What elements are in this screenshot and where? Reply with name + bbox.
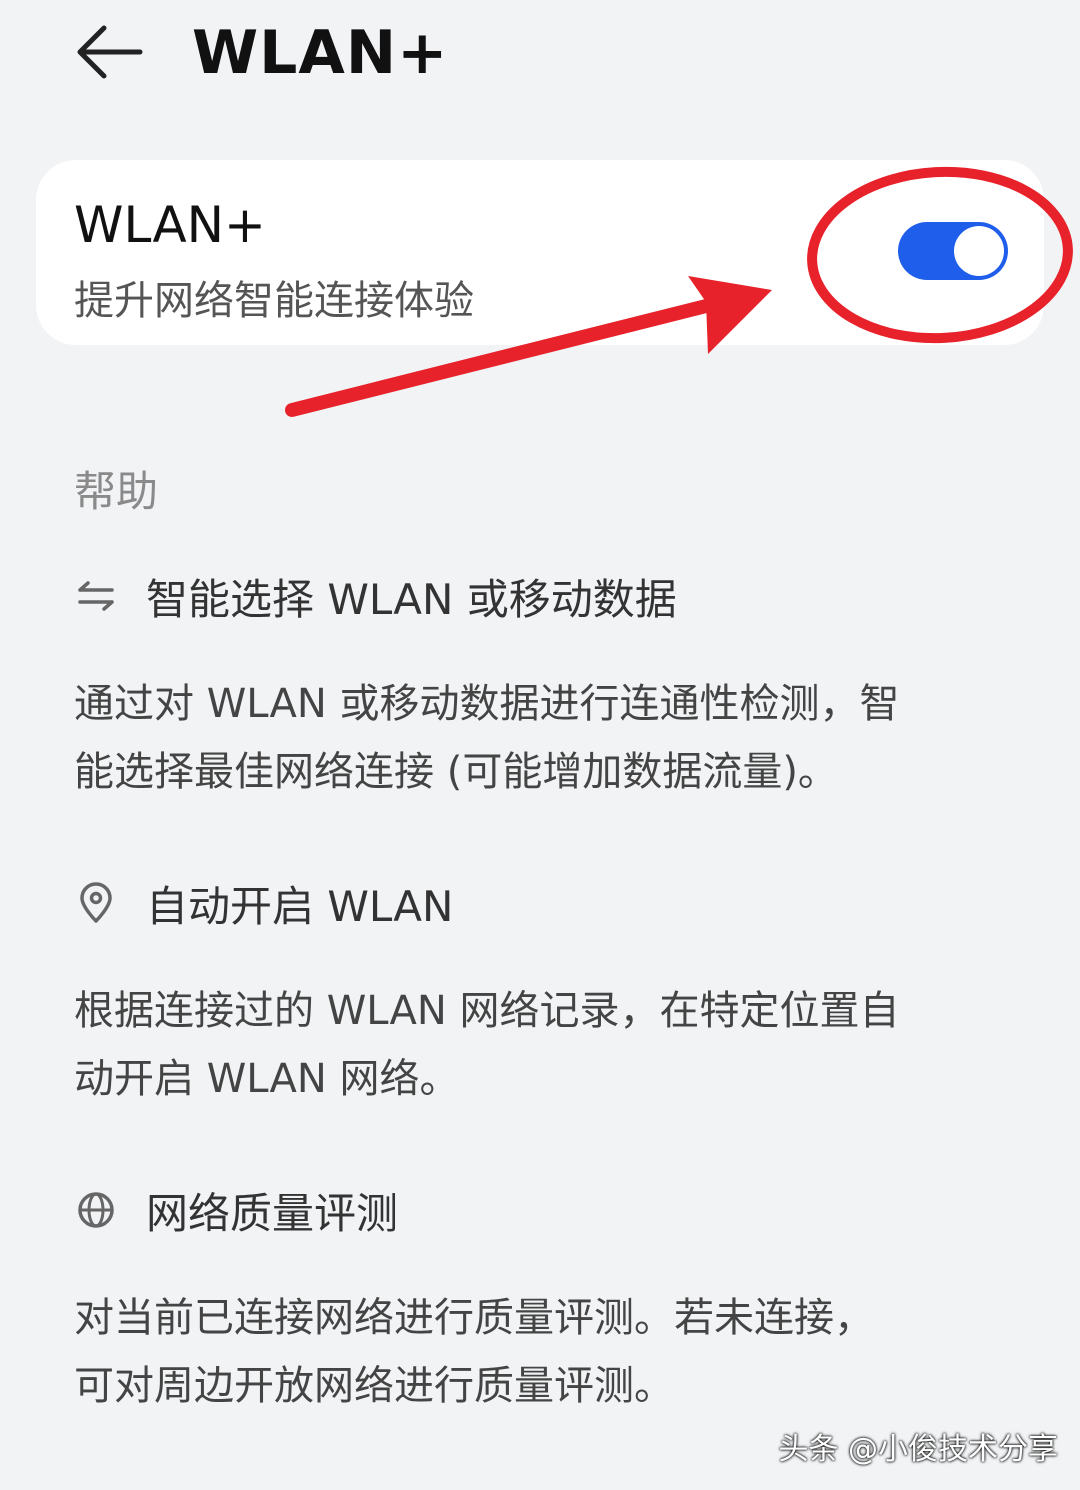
help-item-desc-line: 根据连接过的 WLAN 网络记录，在特定位置自	[74, 988, 900, 1034]
help-item-desc-line: 可对周边开放网络进行质量评测。	[74, 1363, 674, 1409]
help-item-desc-line: 通过对 WLAN 或移动数据进行连通性检测，智	[74, 681, 900, 727]
toggle-knob	[954, 226, 1004, 276]
help-item-desc-line: 对当前已连接网络进行质量评测。若未连接，	[74, 1295, 874, 1341]
help-item-desc-line: 动开启 WLAN 网络。	[74, 1056, 460, 1102]
card-title: WLAN+	[74, 196, 266, 254]
page-title: WLAN+	[192, 18, 449, 88]
help-item-title: 自动开启 WLAN	[146, 882, 454, 931]
help-item-quality-test: 网络质量评测	[74, 1180, 1014, 1240]
help-item-desc: 对当前已连接网络进行质量评测。若未连接， 可对周边开放网络进行质量评测。	[74, 1284, 1004, 1420]
help-item-desc: 通过对 WLAN 或移动数据进行连通性检测，智 能选择最佳网络连接 (可能增加数…	[74, 670, 1004, 806]
header: WLAN+	[0, 0, 1080, 120]
help-item-auto-wlan: 自动开启 WLAN	[74, 873, 1014, 933]
wlan-plus-toggle[interactable]	[898, 222, 1008, 280]
help-item-desc-line: 能选择最佳网络连接 (可能增加数据流量)。	[74, 749, 838, 795]
wlan-plus-card: WLAN+ 提升网络智能连接体验	[36, 160, 1044, 345]
location-pin-icon	[80, 882, 112, 923]
help-item-title: 智能选择 WLAN 或移动数据	[146, 575, 677, 624]
help-item-smart-select: 智能选择 WLAN 或移动数据	[74, 566, 1014, 626]
swap-arrows-icon	[78, 581, 114, 611]
help-item-title: 网络质量评测	[146, 1189, 399, 1238]
back-button[interactable]	[70, 22, 146, 86]
back-arrow-icon	[77, 25, 143, 79]
card-subtitle: 提升网络智能连接体验	[74, 278, 474, 324]
watermark: 头条 @小俊技术分享	[778, 1432, 1058, 1467]
help-item-desc: 根据连接过的 WLAN 网络记录，在特定位置自 动开启 WLAN 网络。	[74, 977, 1004, 1113]
globe-icon	[78, 1192, 114, 1228]
help-section-label: 帮助	[74, 467, 159, 516]
